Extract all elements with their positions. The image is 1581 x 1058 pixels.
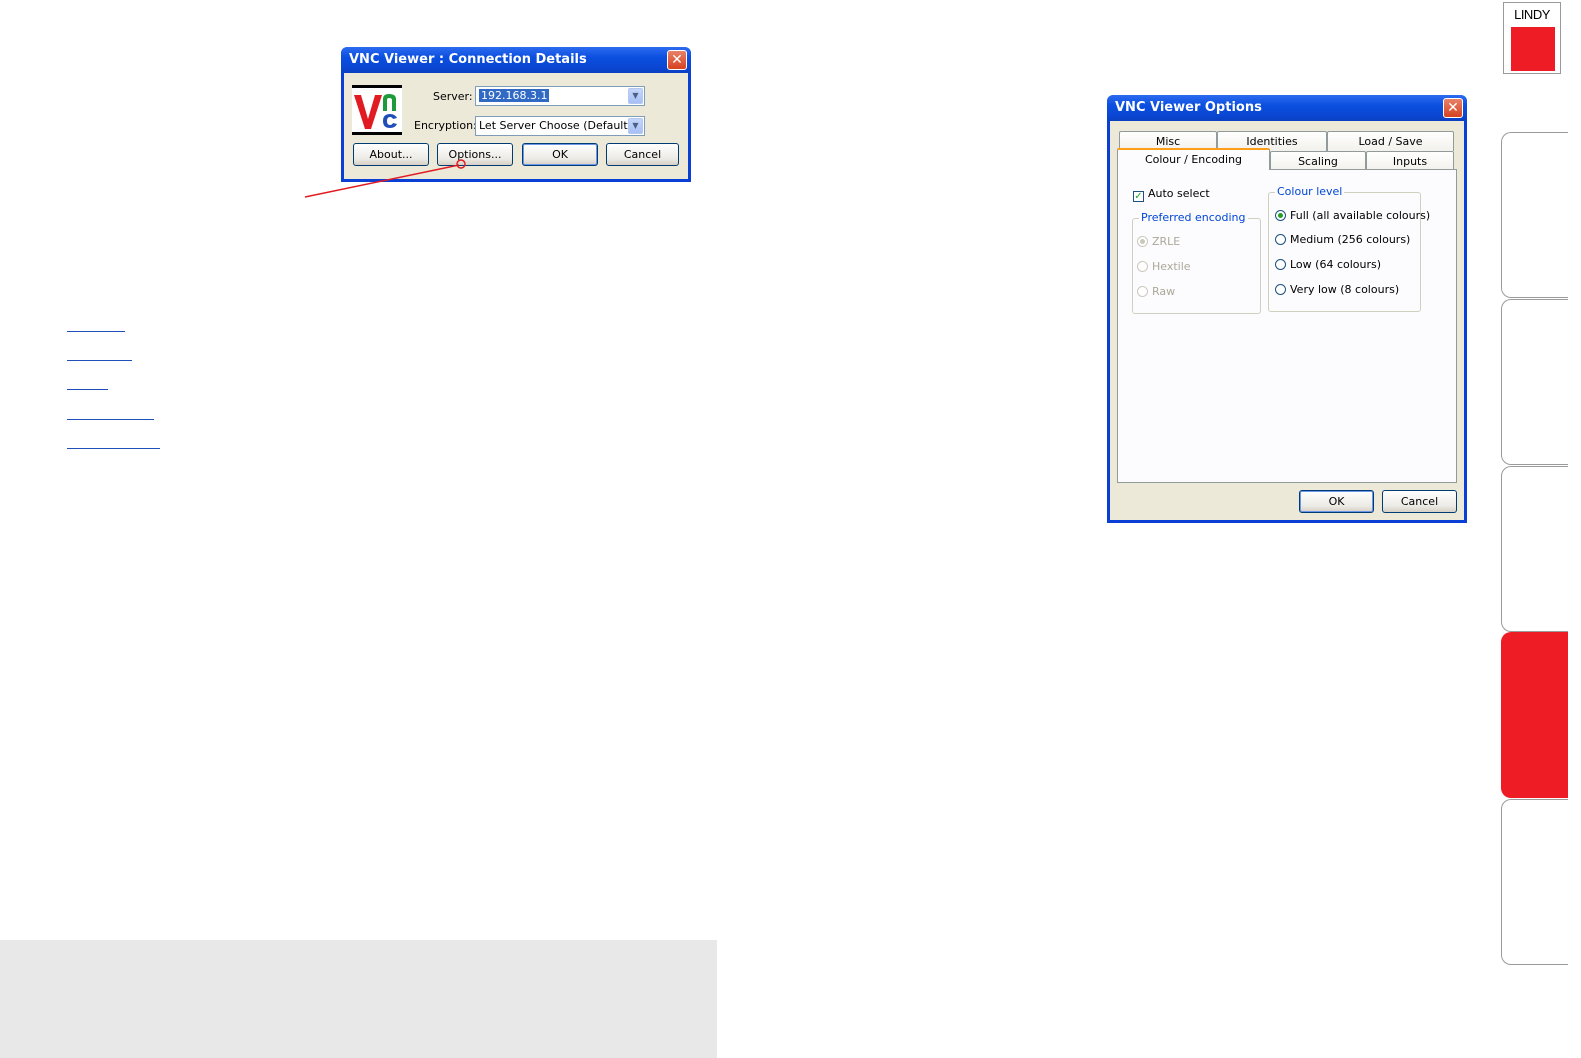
vnc-logo [352, 85, 402, 135]
radio-icon [1137, 236, 1148, 247]
radio-low[interactable]: Low (64 colours) [1275, 258, 1381, 271]
auto-select-checkbox[interactable]: ✓ Auto select [1133, 187, 1210, 202]
logo-red-square [1511, 27, 1555, 71]
ok-button[interactable]: OK [522, 143, 598, 166]
side-tab-2[interactable] [1501, 299, 1568, 465]
radio-icon [1137, 286, 1148, 297]
viewer-options-window: VNC Viewer Options ✕ Misc Identities Loa… [1107, 95, 1467, 523]
auto-select-label: Auto select [1148, 187, 1210, 200]
link-underline[interactable] [67, 448, 160, 449]
link-underline[interactable] [67, 419, 154, 420]
radio-medium[interactable]: Medium (256 colours) [1275, 233, 1410, 246]
about-button[interactable]: About... [353, 143, 429, 166]
lindy-logo: LINDY [1503, 2, 1561, 74]
close-icon: ✕ [671, 52, 683, 68]
chevron-down-icon[interactable]: ▼ [628, 88, 643, 104]
close-icon: ✕ [1447, 100, 1459, 116]
radio-zrle[interactable]: ZRLE [1137, 235, 1180, 248]
encryption-combobox[interactable]: Let Server Choose (Default) ▼ [475, 116, 645, 136]
colour-level-group: Colour level Full (all available colours… [1268, 185, 1430, 312]
tab-inputs[interactable]: Inputs [1366, 151, 1454, 171]
link-underline[interactable] [67, 389, 108, 390]
radio-very-low[interactable]: Very low (8 colours) [1275, 283, 1399, 296]
group-title: Colour level [1275, 185, 1345, 198]
window-title: VNC Viewer : Connection Details [349, 52, 587, 67]
group-title: Preferred encoding [1139, 211, 1248, 224]
logo-text: LINDY [1514, 7, 1550, 22]
link-underline[interactable] [67, 331, 125, 332]
vnc-logo-icon [352, 85, 402, 135]
side-tab-1[interactable] [1501, 132, 1568, 298]
tab-colour-encoding[interactable]: Colour / Encoding [1117, 148, 1270, 170]
side-tab-5[interactable] [1501, 799, 1568, 965]
radio-label: Raw [1152, 285, 1176, 298]
radio-raw[interactable]: Raw [1137, 285, 1175, 298]
tab-scaling[interactable]: Scaling [1270, 151, 1366, 171]
radio-full[interactable]: Full (all available colours) [1275, 209, 1430, 222]
side-tab-4-active[interactable] [1501, 632, 1568, 798]
radio-icon [1275, 234, 1286, 245]
viewer-options-titlebar[interactable]: VNC Viewer Options ✕ [1107, 95, 1467, 121]
ok-button[interactable]: OK [1299, 490, 1374, 513]
tab-load-save[interactable]: Load / Save [1327, 131, 1454, 151]
connection-details-window: VNC Viewer : Connection Details ✕ Server… [341, 47, 691, 182]
chevron-down-icon[interactable]: ▼ [628, 118, 643, 134]
note-box [0, 940, 717, 1058]
link-underline[interactable] [67, 360, 132, 361]
radio-label: ZRLE [1152, 235, 1181, 248]
preferred-encoding-group: Preferred encoding ZRLE Hextile Raw [1132, 211, 1261, 314]
radio-label: Low (64 colours) [1290, 258, 1382, 271]
encryption-label: Encryption: [414, 119, 477, 132]
radio-label: Hextile [1152, 260, 1191, 273]
close-button[interactable]: ✕ [667, 50, 687, 70]
side-tab-3[interactable] [1501, 466, 1568, 632]
server-combobox[interactable]: 192.168.3.1 ▼ [475, 86, 645, 106]
server-value: 192.168.3.1 [479, 89, 550, 102]
checkmark-icon: ✓ [1133, 191, 1144, 202]
radio-label: Full (all available colours) [1290, 209, 1431, 222]
window-title: VNC Viewer Options [1115, 100, 1262, 115]
radio-label: Medium (256 colours) [1290, 233, 1411, 246]
cancel-button[interactable]: Cancel [1382, 490, 1457, 513]
cancel-button[interactable]: Cancel [606, 143, 679, 166]
colour-encoding-panel: ✓ Auto select Preferred encoding ZRLE Hex… [1117, 169, 1457, 483]
options-button[interactable]: Options... [437, 143, 513, 166]
radio-icon [1275, 259, 1286, 270]
encryption-value: Let Server Choose (Default) [479, 119, 632, 132]
radio-icon [1275, 284, 1286, 295]
server-label: Server: [433, 90, 473, 103]
radio-hextile[interactable]: Hextile [1137, 260, 1191, 273]
radio-icon [1275, 210, 1286, 221]
connection-details-titlebar[interactable]: VNC Viewer : Connection Details ✕ [341, 47, 691, 73]
radio-icon [1137, 261, 1148, 272]
radio-label: Very low (8 colours) [1290, 283, 1400, 296]
close-button[interactable]: ✕ [1443, 98, 1463, 118]
